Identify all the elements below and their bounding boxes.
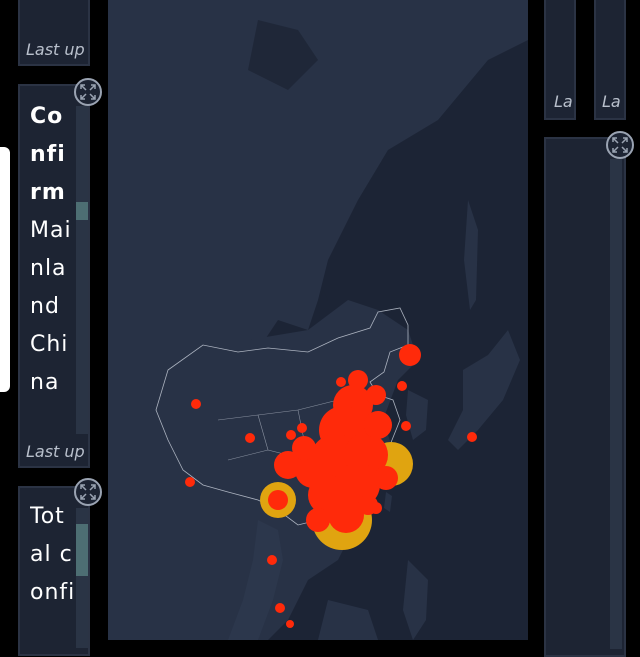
case-marker: [336, 377, 346, 387]
total-scrollbar[interactable]: [76, 508, 88, 648]
case-marker: [467, 432, 477, 442]
case-marker: [268, 490, 288, 510]
total-confirmed-title: Total confi: [30, 504, 76, 605]
landmass-philippines: [403, 560, 428, 640]
world-map[interactable]: [108, 0, 528, 640]
expand-right-panel-button[interactable]: [606, 131, 634, 159]
expand-arrows-icon: [612, 137, 628, 153]
expand-arrows-icon: [80, 84, 96, 100]
map-canvas[interactable]: [108, 0, 528, 640]
last-updated-label: La: [602, 92, 621, 111]
expand-confirmed-button[interactable]: [74, 78, 102, 106]
landmass-japan: [448, 330, 520, 450]
landmass-sakhalin: [464, 200, 478, 310]
right-top-panel-a: La: [544, 0, 576, 120]
last-updated-label: Last up: [26, 40, 85, 59]
case-marker: [185, 477, 195, 487]
top-left-panel: Last up: [18, 0, 90, 66]
case-marker: [397, 381, 407, 391]
case-marker: [399, 344, 421, 366]
region-label: Mainland China: [30, 218, 72, 395]
landmass-borneo: [318, 600, 378, 640]
case-marker: [401, 421, 411, 431]
confirmed-scrollbar[interactable]: [76, 106, 88, 434]
case-marker: [267, 555, 277, 565]
right-top-panel-b: La: [594, 0, 626, 120]
right-list-panel: [544, 137, 626, 657]
confirmed-title-block: Confirm Mainland China: [30, 98, 76, 438]
case-marker: [297, 423, 307, 433]
expand-total-button[interactable]: [74, 478, 102, 506]
case-marker: [286, 620, 294, 628]
last-updated-label: Last up: [26, 442, 85, 461]
case-marker: [286, 430, 296, 440]
confirmed-scroll-thumb[interactable]: [76, 202, 88, 220]
case-marker: [245, 433, 255, 443]
expand-arrows-icon: [80, 484, 96, 500]
landmass-taiwan: [384, 492, 392, 512]
confirmed-cases-panel: Confirm Mainland China Last up: [18, 84, 90, 468]
lake: [318, 290, 328, 318]
last-updated-label: La: [554, 92, 573, 111]
total-confirmed-panel: Total confi: [18, 486, 90, 656]
total-scroll-thumb[interactable]: [76, 524, 88, 576]
case-marker: [275, 603, 285, 613]
landmass-korea: [406, 390, 428, 440]
side-drawer-handle[interactable]: [0, 147, 10, 392]
case-marker: [191, 399, 201, 409]
confirmed-title: Confirm: [30, 104, 66, 205]
landmass-asia: [108, 0, 528, 360]
right-scrollbar[interactable]: [610, 159, 622, 649]
